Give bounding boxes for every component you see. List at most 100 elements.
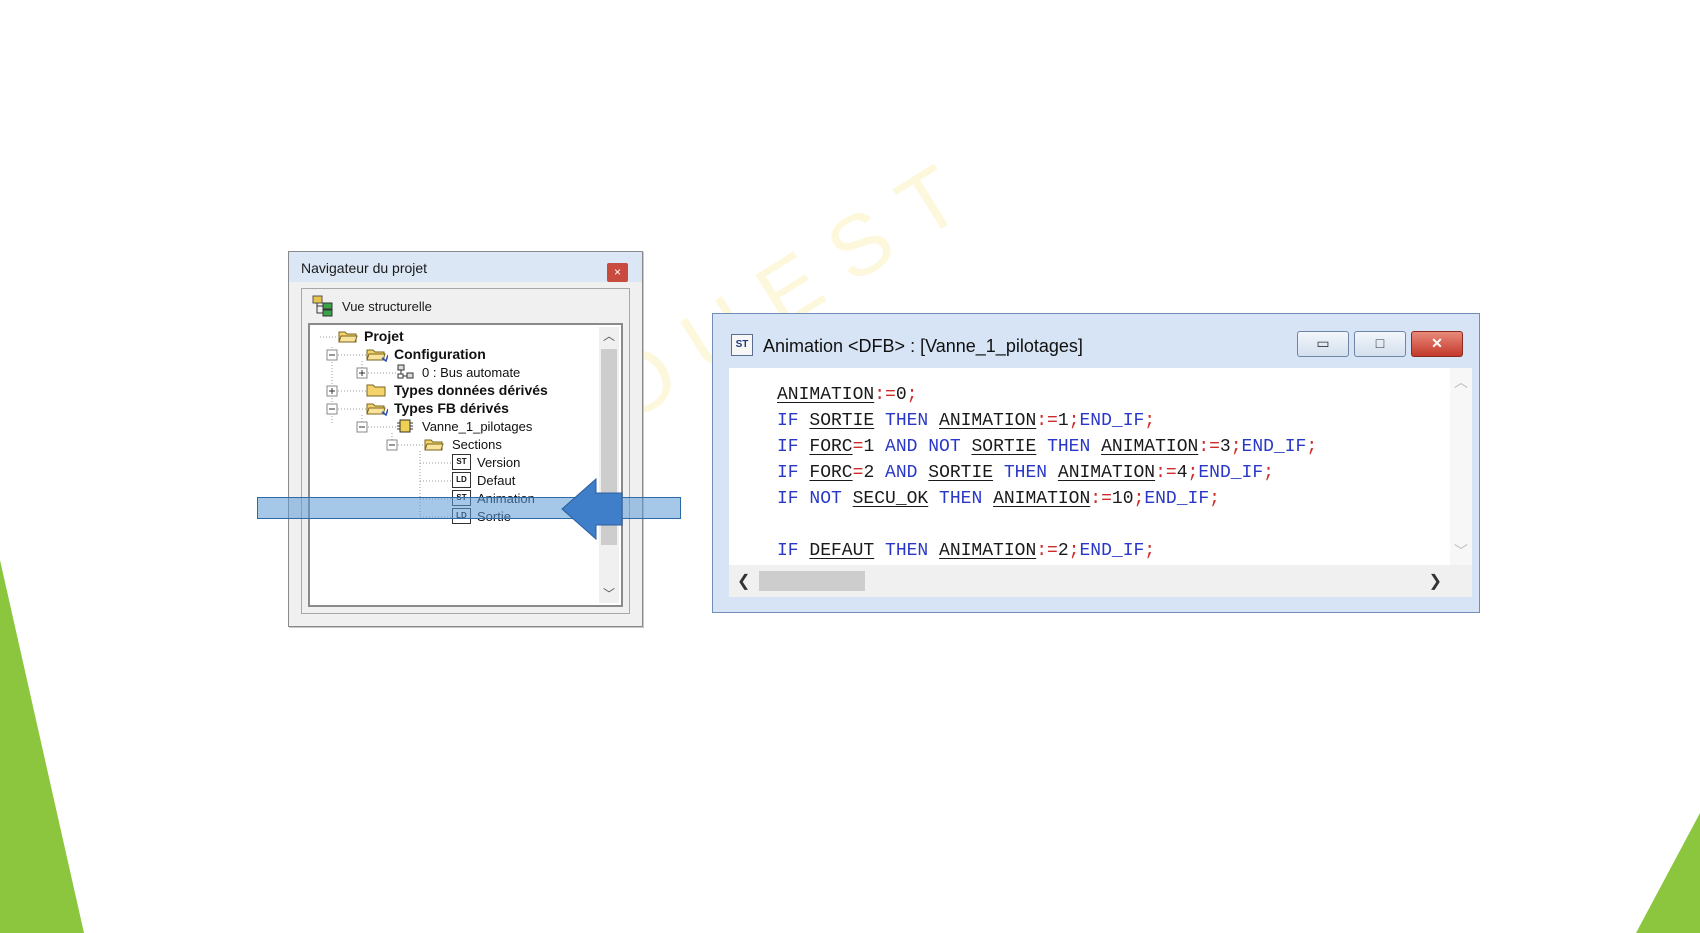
code-token-op: ; bbox=[1068, 541, 1080, 561]
st-section-icon: ST bbox=[452, 454, 471, 470]
scroll-thumb[interactable] bbox=[759, 571, 865, 591]
project-tree[interactable]: Projet Configuration 0 : Bus automate Ty… bbox=[308, 323, 623, 607]
tree-item-bus-automate[interactable]: 0 : Bus automate bbox=[396, 363, 520, 381]
close-button[interactable]: ✕ bbox=[1411, 331, 1463, 357]
code-line: IF DEFAUT THEN ANIMATION:=2;END_IF; bbox=[777, 538, 1317, 564]
code-token-op: := bbox=[1090, 489, 1112, 509]
tree-item-types-fb[interactable]: Types FB dérivés bbox=[366, 399, 509, 417]
code-token-num: 2 bbox=[863, 463, 875, 483]
tree-item-label: Types FB dérivés bbox=[394, 400, 509, 416]
tree-item-label: Types données dérivés bbox=[394, 382, 548, 398]
code-token-var: FORC bbox=[809, 437, 853, 457]
project-navigator-window[interactable]: Navigateur du projet × Vue structurelle bbox=[288, 251, 643, 627]
editor-title-bar[interactable]: ST Animation <DFB> : [Vanne_1_pilotages]… bbox=[713, 314, 1479, 368]
navigator-title-bar[interactable]: Navigateur du projet × bbox=[289, 252, 642, 282]
code-token-op: = bbox=[852, 437, 864, 457]
code-token-kw: END_IF bbox=[1198, 463, 1264, 483]
code-token-kw: IF NOT bbox=[777, 489, 853, 509]
folder-open-icon bbox=[366, 403, 388, 416]
tree-item-version[interactable]: ST Version bbox=[452, 453, 520, 471]
tree-item-projet[interactable]: Projet bbox=[338, 327, 404, 345]
editor-vertical-scrollbar[interactable]: ︿ ﹀ bbox=[1450, 368, 1472, 565]
code-token-kw: THEN bbox=[1036, 437, 1102, 457]
code-line: IF FORC=1 AND NOT SORTIE THEN ANIMATION:… bbox=[777, 434, 1317, 460]
code-token-num: 1 bbox=[863, 437, 875, 457]
code-token-var: SECU_OK bbox=[852, 489, 929, 509]
code-token-var: ANIMATION bbox=[1101, 437, 1199, 457]
tree-item-types-donnees[interactable]: Types données dérivés bbox=[366, 381, 548, 399]
code-token-op: := bbox=[1155, 463, 1177, 483]
code-token-var: ANIMATION bbox=[777, 385, 875, 405]
code-token-var: ANIMATION bbox=[1057, 463, 1156, 483]
scroll-up-icon[interactable]: ︿ bbox=[1450, 372, 1472, 392]
code-token-kw: IF bbox=[777, 463, 810, 483]
code-token-kw: END_IF bbox=[1241, 437, 1307, 457]
code-editor-area[interactable]: ANIMATION:=0; IF SORTIE THEN ANIMATION:=1… bbox=[729, 368, 1472, 565]
tree-item-label: 0 : Bus automate bbox=[422, 364, 521, 380]
tree-item-vanne[interactable]: Vanne_1_pilotages bbox=[396, 417, 532, 435]
code-token-kw: IF bbox=[777, 437, 810, 457]
scroll-down-icon[interactable]: ﹀ bbox=[1450, 541, 1472, 561]
code-token-op: := bbox=[1036, 411, 1058, 431]
scroll-down-icon[interactable]: ﹀ bbox=[599, 585, 619, 603]
folder-open-icon bbox=[338, 331, 358, 343]
code-token-var: FORC bbox=[809, 463, 853, 483]
code-token-kw: AND bbox=[874, 463, 929, 483]
code-token-kw: END_IF bbox=[1144, 489, 1210, 509]
editor-title: Animation <DFB> : [Vanne_1_pilotages] bbox=[763, 336, 1083, 356]
code-token-kw: IF bbox=[777, 411, 810, 431]
network-icon bbox=[397, 364, 414, 379]
code-token-num: 1 bbox=[1057, 411, 1069, 431]
scroll-up-icon[interactable]: ︿ bbox=[599, 327, 619, 345]
code-token-op: := bbox=[874, 385, 896, 405]
st-editor-window[interactable]: ST Animation <DFB> : [Vanne_1_pilotages]… bbox=[712, 313, 1480, 613]
tree-vertical-scrollbar[interactable]: ︿ ﹀ bbox=[599, 327, 619, 603]
code-token-var: SORTIE bbox=[971, 437, 1037, 457]
code-token-op: ; bbox=[1068, 411, 1080, 431]
maximize-button[interactable]: □ bbox=[1354, 331, 1406, 357]
code-token-op: := bbox=[1198, 437, 1220, 457]
code-token-op: ; bbox=[1133, 489, 1145, 509]
structural-view-toggle[interactable]: Vue structurelle bbox=[312, 293, 432, 319]
code-token-op: ; bbox=[1144, 541, 1156, 561]
code-token-op: ; bbox=[1209, 489, 1220, 509]
code-token-num: 4 bbox=[1176, 463, 1188, 483]
tree-item-configuration[interactable]: Configuration bbox=[366, 345, 486, 363]
st-app-icon: ST bbox=[731, 334, 753, 356]
code-token-var: ANIMATION bbox=[939, 541, 1037, 561]
ld-section-icon: LD bbox=[452, 472, 471, 488]
code-token-kw: THEN bbox=[874, 411, 940, 431]
code-token-num: 0 bbox=[895, 385, 907, 405]
function-block-icon bbox=[397, 419, 413, 433]
folder-open-icon bbox=[424, 439, 444, 451]
code-token-num: 2 bbox=[1057, 541, 1069, 561]
navigator-close-button[interactable]: × bbox=[607, 263, 628, 282]
code-token-kw: END_IF bbox=[1079, 411, 1145, 431]
green-accent-left bbox=[0, 560, 84, 933]
tree-item-label: Version bbox=[477, 454, 521, 470]
editor-horizontal-scrollbar[interactable]: ❮ ❯ bbox=[729, 565, 1472, 597]
scroll-left-icon[interactable]: ❮ bbox=[737, 571, 750, 591]
tree-item-label: Projet bbox=[364, 328, 404, 344]
tree-item-sections[interactable]: Sections bbox=[424, 435, 502, 453]
scroll-right-icon[interactable]: ❯ bbox=[1429, 571, 1442, 591]
tree-item-label: Configuration bbox=[394, 346, 486, 362]
code-token-op: = bbox=[852, 463, 864, 483]
code-token-kw: THEN bbox=[993, 463, 1058, 483]
folder-icon bbox=[366, 384, 386, 397]
navigator-title: Navigateur du projet bbox=[301, 260, 428, 276]
code-token-var: DEFAUT bbox=[809, 541, 875, 561]
minimize-button[interactable]: ▭ bbox=[1297, 331, 1349, 357]
code-token-op: ; bbox=[1306, 437, 1318, 457]
code-token-op: ; bbox=[1187, 463, 1199, 483]
code-token-var: SORTIE bbox=[809, 411, 875, 431]
code-token-op: ; bbox=[1144, 411, 1156, 431]
green-accent-right bbox=[1636, 813, 1700, 933]
code-token-kw: THEN bbox=[874, 541, 940, 561]
code-token-op: ; bbox=[1230, 437, 1242, 457]
tree-item-defaut[interactable]: LD Defaut bbox=[452, 471, 515, 489]
pointer-arrow-icon bbox=[561, 477, 623, 541]
code-lines: ANIMATION:=0; IF SORTIE THEN ANIMATION:=1… bbox=[777, 382, 1317, 564]
folder-open-icon bbox=[366, 349, 388, 362]
